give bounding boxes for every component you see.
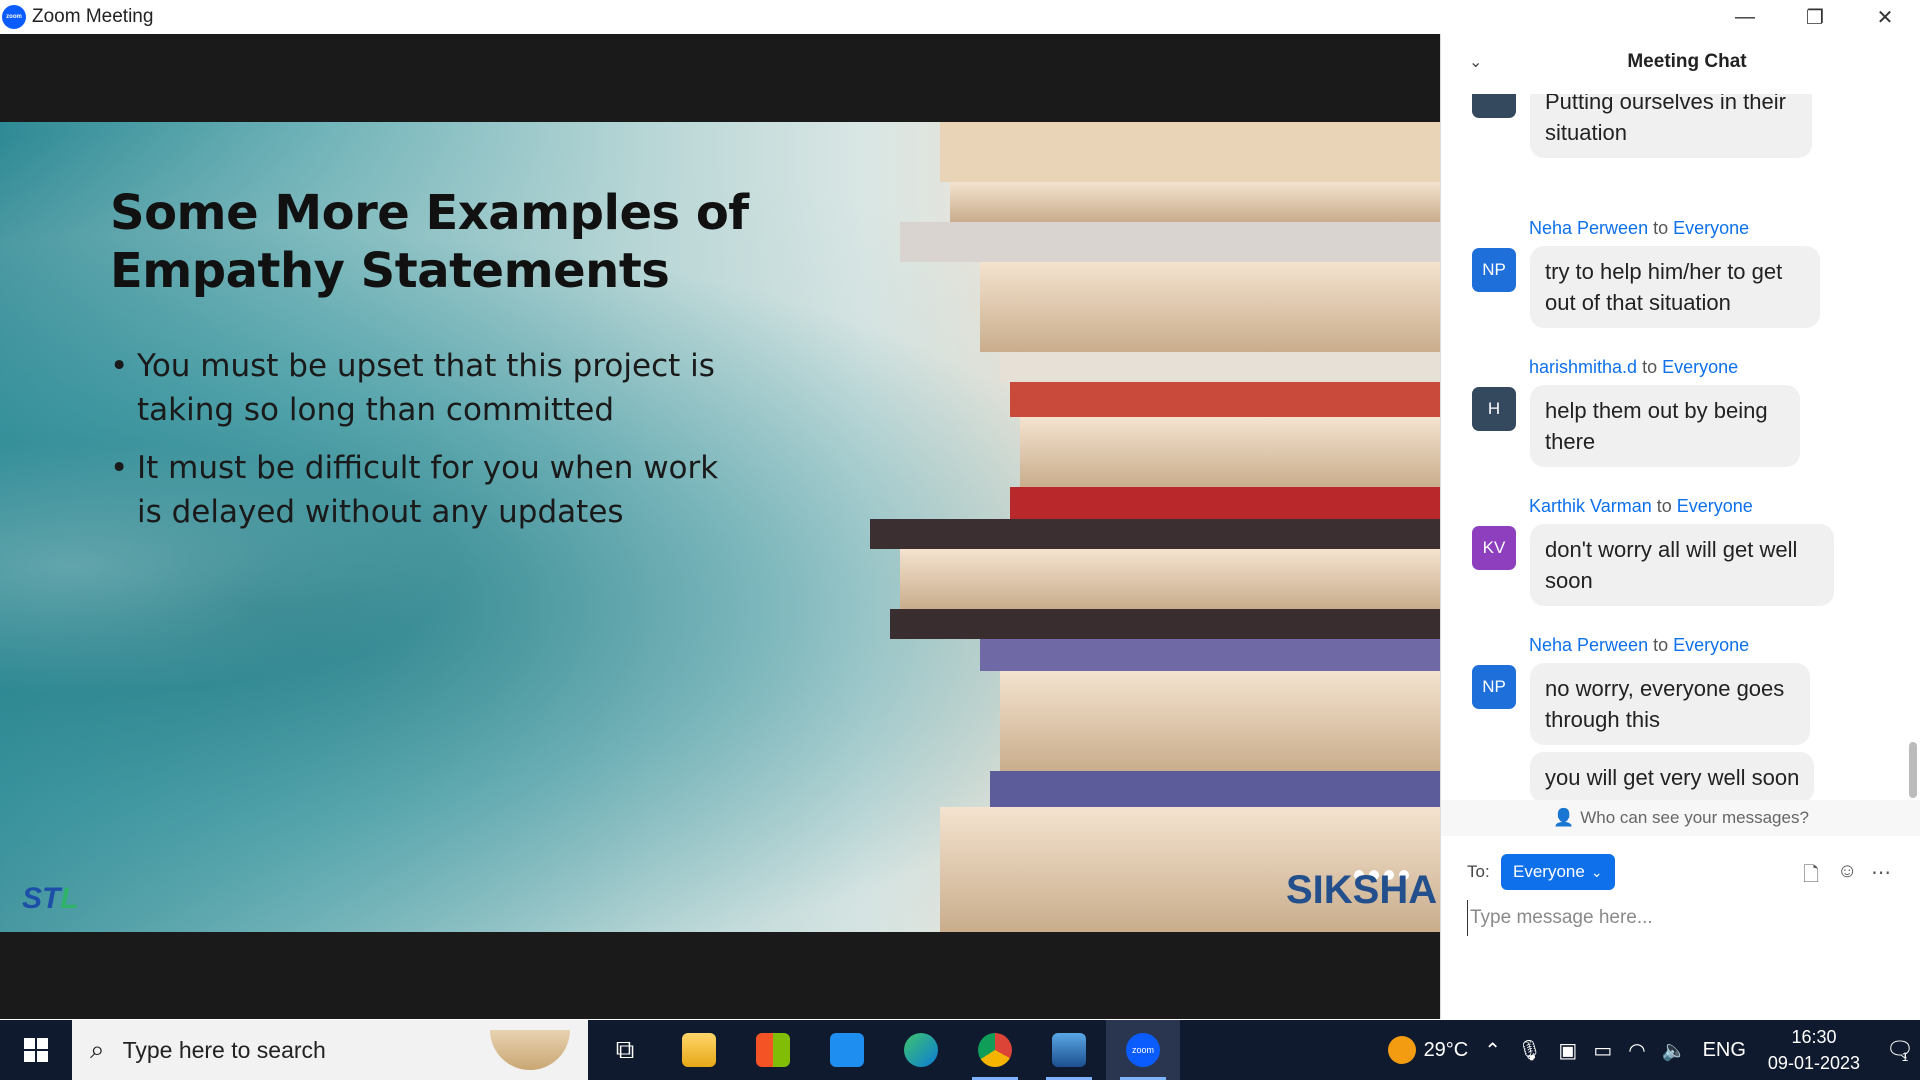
- message-sender: Neha Perween to Everyone: [1529, 218, 1750, 238]
- clock[interactable]: 16:30 09-01-2023: [1768, 1024, 1860, 1076]
- slide-title-line1: Some More Examples of: [110, 185, 749, 241]
- slide-bullet: You must be upset that this project is t…: [110, 344, 750, 432]
- mail-icon: [830, 1033, 864, 1067]
- search-highlight-icon: [490, 1030, 570, 1070]
- person-info-icon: 👤: [1553, 808, 1575, 827]
- recipient-select-value: Everyone: [1513, 862, 1585, 881]
- chevron-down-icon[interactable]: ⌄: [1469, 52, 1482, 72]
- wifi-icon[interactable]: ◠: [1628, 1038, 1645, 1063]
- chat-message-list[interactable]: Putting ourselves in their situation Neh…: [1441, 94, 1911, 800]
- message-bubble: Putting ourselves in their situation: [1530, 94, 1812, 158]
- avatar[interactable]: NP: [1472, 248, 1516, 292]
- message-bubble: help them out by being there: [1530, 385, 1800, 467]
- microsoft-store-button[interactable]: [736, 1020, 810, 1080]
- avatar[interactable]: NP: [1472, 665, 1516, 709]
- slide-title: Some More Examples of Empathy Statements: [110, 184, 770, 300]
- message-bubble: you will get very well soon: [1530, 752, 1815, 800]
- message-input[interactable]: [1467, 900, 1892, 936]
- books-image: [870, 122, 1440, 932]
- meeting-chat-panel: ⌄ Meeting Chat Putting ourselves in thei…: [1440, 34, 1920, 1019]
- chat-header: ⌄ Meeting Chat: [1441, 34, 1920, 90]
- search-icon: ⌕: [90, 1034, 105, 1064]
- message-sender: harishmitha.d to Everyone: [1529, 357, 1739, 377]
- notification-count: 1: [1901, 1050, 1909, 1064]
- compose-toolbar: To: Everyone ⌄ 🗋 ☺ ⋯: [1441, 850, 1920, 890]
- presentation-slide: Some More Examples of Empathy Statements…: [0, 122, 1440, 932]
- avatar[interactable]: H: [1472, 387, 1516, 431]
- chat-title: Meeting Chat: [1627, 51, 1747, 72]
- clock-date: 09-01-2023: [1767, 1053, 1860, 1073]
- weather-sun-icon[interactable]: [1387, 1036, 1416, 1064]
- clock-time: 16:30: [1791, 1027, 1837, 1047]
- more-icon[interactable]: ⋯: [1871, 860, 1891, 885]
- volume-icon[interactable]: 🔈: [1662, 1038, 1687, 1063]
- chevron-down-icon: ⌄: [1590, 863, 1603, 880]
- language-indicator[interactable]: ENG: [1703, 1039, 1746, 1062]
- siksha-logo: SIKSHA: [1286, 868, 1438, 912]
- taskbar-search[interactable]: ⌕ Type here to search: [72, 1020, 588, 1080]
- microphone-icon[interactable]: 🎙: [1517, 1038, 1542, 1063]
- title-bar: zoom Zoom Meeting: [0, 0, 1440, 34]
- zoom-logo-icon: zoom: [2, 5, 26, 29]
- chat-scrollbar[interactable]: [1909, 742, 1917, 798]
- message-bubble: no worry, everyone goes through this: [1530, 663, 1810, 745]
- notification-icon: 🗨: [1885, 1037, 1914, 1062]
- task-view-icon: ⧉: [615, 1034, 635, 1064]
- stl-logo: STL: [22, 882, 79, 915]
- taskbar: ⌕ Type here to search ⧉ zoom 29°C ⌃ 🎙 ▣ …: [0, 1020, 1920, 1080]
- message-sender: Karthik Varman to Everyone: [1529, 496, 1753, 516]
- privacy-text: Who can see your messages?: [1580, 808, 1809, 827]
- privacy-notice[interactable]: 👤 Who can see your messages?: [1441, 800, 1920, 836]
- window-title: Zoom Meeting: [32, 6, 154, 27]
- minimize-icon: —: [1735, 5, 1755, 28]
- restore-icon: ❐: [1806, 6, 1824, 29]
- to-label: To:: [1467, 862, 1490, 881]
- notification-button[interactable]: 🗨 1: [1874, 1020, 1920, 1080]
- recipient-select[interactable]: Everyone ⌄: [1501, 854, 1615, 890]
- system-tray: 29°C ⌃ 🎙 ▣ ▭ ◠ 🔈 ENG 16:30 09-01-2023 🗨 …: [1387, 1020, 1920, 1080]
- windows-icon: [24, 1038, 48, 1062]
- restore-button[interactable]: ❐: [1780, 0, 1850, 34]
- message-bubble: don't worry all will get well soon: [1530, 524, 1834, 606]
- close-icon: ✕: [1876, 6, 1894, 29]
- edge-icon: [904, 1033, 938, 1067]
- chrome-button[interactable]: [958, 1020, 1032, 1080]
- slide-bullets: You must be upset that this project is t…: [110, 344, 750, 548]
- store-icon: [756, 1033, 790, 1067]
- file-icon[interactable]: 🗋: [1803, 860, 1819, 894]
- close-button[interactable]: ✕: [1850, 0, 1920, 34]
- photos-button[interactable]: [1032, 1020, 1106, 1080]
- window-controls: — ❐ ✕: [1410, 0, 1920, 34]
- message-bubble: try to help him/her to get out of that s…: [1530, 246, 1820, 328]
- slide-bullet: It must be difficult for you when work i…: [110, 446, 750, 534]
- zoom-icon: zoom: [1126, 1033, 1160, 1067]
- file-explorer-button[interactable]: [662, 1020, 736, 1080]
- message-sender: Neha Perween to Everyone: [1529, 635, 1750, 655]
- zoom-button[interactable]: zoom: [1106, 1020, 1180, 1080]
- search-placeholder: Type here to search: [122, 1036, 326, 1063]
- shared-screen: Some More Examples of Empathy Statements…: [0, 34, 1440, 1019]
- avatar[interactable]: KV: [1472, 526, 1516, 570]
- folder-icon: [682, 1033, 716, 1067]
- avatar: [1472, 94, 1516, 118]
- emoji-icon[interactable]: ☺: [1837, 860, 1857, 883]
- mail-button[interactable]: [810, 1020, 884, 1080]
- minimize-button[interactable]: —: [1710, 0, 1780, 34]
- task-view-button[interactable]: ⧉: [588, 1020, 662, 1080]
- start-button[interactable]: [0, 1020, 72, 1080]
- chevron-up-icon[interactable]: ⌃: [1484, 1038, 1501, 1063]
- edge-button[interactable]: [884, 1020, 958, 1080]
- temperature[interactable]: 29°C: [1424, 1039, 1469, 1062]
- chrome-icon: [978, 1033, 1012, 1067]
- battery-icon[interactable]: ▭: [1593, 1038, 1612, 1063]
- photos-icon: [1052, 1033, 1086, 1067]
- screen-share-icon[interactable]: ▣: [1558, 1038, 1577, 1063]
- slide-title-line2: Empathy Statements: [110, 243, 670, 299]
